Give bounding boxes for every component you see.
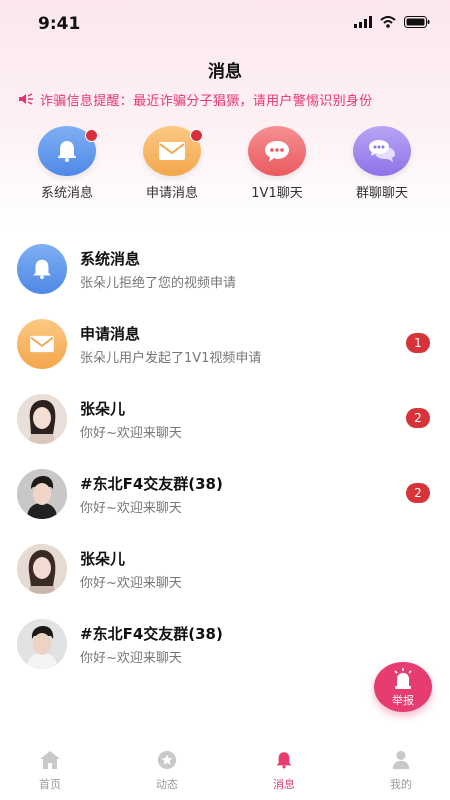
conversation-name: 张朵儿 [80,550,126,568]
bottom-tab-bar: 首页 动态 消息 我的 [0,744,450,800]
envelope-icon [30,335,54,353]
quick-label: 系统消息 [40,186,93,201]
status-bar: 9:41 [0,0,450,44]
group-chat-icon [369,140,395,162]
conversation-preview: 你好~欢迎来聊天 [80,576,182,591]
quick-label: 申请消息 [145,186,198,201]
tab-home[interactable]: 首页 [20,750,80,792]
page-title: 消息 [208,62,242,82]
tab-label: 我的 [390,778,412,791]
avatar [17,244,67,294]
user-avatar [17,619,67,669]
status-time: 9:41 [38,14,81,34]
signal-icon [354,16,372,28]
tab-label: 消息 [273,778,295,791]
user-photo-icon [17,619,67,669]
conversation-name: 系统消息 [80,250,141,268]
fraud-notice-bar[interactable]: 诈骗信息提醒：最近诈骗分子猖獗，请用户警惕识别身份 [18,89,438,109]
conversation-preview: 你好~欢迎来聊天 [80,501,182,516]
person-icon [392,750,410,770]
chat-bubble-icon [265,141,289,162]
report-button[interactable]: 举报 [374,662,432,712]
list-item[interactable]: 张朵儿 你好~欢迎来聊天 [0,544,450,596]
tab-label: 动态 [156,778,178,791]
conversation-preview: 你好~欢迎来聊天 [80,651,182,666]
tab-label: 首页 [39,778,61,791]
avatar [17,319,67,369]
home-icon [40,751,60,769]
list-item[interactable]: 张朵儿 你好~欢迎来聊天 2 [0,394,450,446]
star-icon [157,750,177,770]
status-icons [354,16,430,28]
list-item[interactable]: 申请消息 张朵儿用户发起了1V1视频申请 1 [0,319,450,371]
quick-entry-row: 系统消息 申请消息 1V1聊天 群聊聊天 [0,126,450,206]
user-avatar [17,394,67,444]
battery-icon [404,16,430,28]
unread-dot [190,129,203,142]
tab-profile[interactable]: 我的 [371,750,431,792]
conversation-name: #东北F4交友群(38) [80,475,223,493]
user-avatar [17,469,67,519]
conversation-preview: 张朵儿用户发起了1V1视频申请 [80,351,262,366]
report-label: 举报 [392,694,414,707]
unread-badge: 2 [406,483,430,503]
conversation-preview: 你好~欢迎来聊天 [80,426,182,441]
bell-icon [58,141,76,162]
conversation-name: 张朵儿 [80,400,126,418]
unread-badge: 1 [406,333,430,353]
user-photo-icon [17,469,67,519]
speaker-icon [19,93,33,105]
quick-label: 1V1聊天 [251,186,303,201]
bell-icon [277,752,291,769]
quick-label: 群聊聊天 [355,186,408,201]
conversation-name: 申请消息 [80,325,141,343]
quick-application-messages[interactable]: 申请消息 [127,126,217,201]
list-item[interactable]: 系统消息 张朵儿拒绝了您的视频申请 [0,244,450,296]
unread-dot [85,129,98,142]
bell-icon [33,259,51,280]
quick-system-messages[interactable]: 系统消息 [22,126,112,201]
wifi-icon [380,16,396,28]
user-photo-icon [17,394,67,444]
notice-text: 诈骗信息提醒：最近诈骗分子猖獗，请用户警惕识别身份 [40,93,373,109]
quick-group-chat[interactable]: 群聊聊天 [337,126,427,201]
envelope-icon [159,142,185,160]
tab-moments[interactable]: 动态 [137,750,197,792]
tab-messages[interactable]: 消息 [254,750,314,792]
list-item[interactable]: #东北F4交友群(38) 你好~欢迎来聊天 [0,619,450,671]
user-photo-icon [17,544,67,594]
conversation-preview: 张朵儿拒绝了您的视频申请 [80,276,237,291]
conversation-name: #东北F4交友群(38) [80,625,223,643]
user-avatar [17,544,67,594]
alarm-icon [394,668,412,689]
unread-badge: 2 [406,408,430,428]
list-item[interactable]: #东北F4交友群(38) 你好~欢迎来聊天 2 [0,469,450,521]
quick-1v1-chat[interactable]: 1V1聊天 [232,126,322,201]
